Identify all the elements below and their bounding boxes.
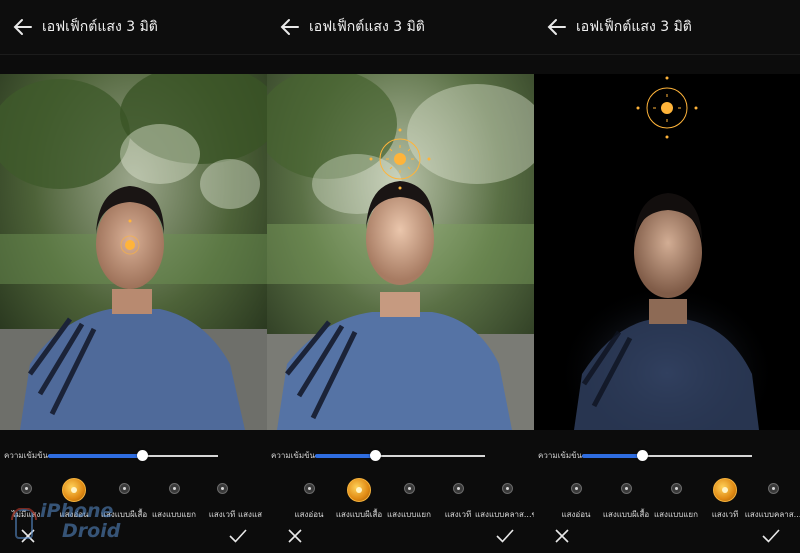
slider-fill bbox=[315, 454, 375, 458]
check-icon[interactable] bbox=[762, 528, 780, 544]
light-option-icon bbox=[502, 483, 513, 494]
strength-slider[interactable] bbox=[48, 450, 218, 462]
option-classic-bw[interactable]: แสงแบบคลาส... bbox=[745, 478, 800, 522]
close-icon[interactable] bbox=[554, 528, 570, 544]
strength-slider[interactable] bbox=[315, 450, 485, 462]
page-title: เอฟเฟ็กต์แสง 3 มิติ bbox=[309, 19, 425, 35]
slider-knob[interactable] bbox=[636, 450, 648, 461]
panel-soft-light: เอฟเฟ็กต์แสง 3 มิติ ความเข้มข้น ไม่มีแสง… bbox=[0, 0, 267, 553]
bottom-bar bbox=[534, 524, 800, 553]
light-option-icon bbox=[347, 478, 371, 502]
light-option-icon bbox=[571, 483, 582, 494]
light-option-icon bbox=[119, 483, 130, 494]
page-title: เอฟเฟ็กต์แสง 3 มิติ bbox=[42, 19, 158, 35]
option-classic-bw[interactable]: แสงแบบคลาส...ขาว bbox=[475, 478, 534, 522]
check-icon[interactable] bbox=[229, 528, 247, 544]
option-label: แสงแบบคลาส...ขาว bbox=[475, 510, 534, 519]
light-option-icon bbox=[713, 478, 737, 502]
strength-label: ความเข้มข้น bbox=[4, 451, 49, 460]
option-label: แสงแบบคลาส... bbox=[744, 510, 800, 519]
light-option-icon bbox=[21, 483, 32, 494]
portrait-photo[interactable] bbox=[534, 74, 800, 430]
lighting-options: แสงอ่อน แสงแบบผีเสื้อ แสงแบบแยก แสงเวที … bbox=[534, 478, 800, 522]
bottom-bar bbox=[267, 524, 534, 553]
light-option-icon bbox=[217, 483, 228, 494]
option-label: แสงแส bbox=[238, 510, 262, 519]
slider-knob[interactable] bbox=[369, 450, 381, 461]
strength-label: ความเข้มข้น bbox=[538, 451, 583, 460]
light-option-icon bbox=[304, 483, 315, 494]
panel-stage-light: เอฟเฟ็กต์แสง 3 มิติ ความเข้มข้น แสงอ่อน … bbox=[534, 0, 800, 553]
back-arrow-icon[interactable] bbox=[12, 16, 34, 38]
light-option-icon bbox=[671, 483, 682, 494]
light-option-icon bbox=[768, 483, 779, 494]
watermark: iPhone Droid bbox=[10, 498, 125, 550]
header: เอฟเฟ็กต์แสง 3 มิติ bbox=[267, 0, 534, 55]
light-option-icon bbox=[453, 483, 464, 494]
close-icon[interactable] bbox=[287, 528, 303, 544]
panel-butterfly-light: เอฟเฟ็กต์แสง 3 มิติ ความเข้มข้น แสงอ่อน … bbox=[267, 0, 534, 553]
watermark-line2: Droid bbox=[62, 520, 121, 542]
slider-fill bbox=[48, 454, 142, 458]
watermark-line1: iPhone bbox=[40, 500, 114, 522]
back-arrow-icon[interactable] bbox=[279, 16, 301, 38]
slider-fill bbox=[582, 454, 642, 458]
portrait-photo[interactable] bbox=[267, 74, 534, 430]
strength-label: ความเข้มข้น bbox=[271, 451, 316, 460]
lighting-options: แสงอ่อน แสงแบบผีเสื้อ แสงแบบแยก แสงเวที … bbox=[267, 478, 534, 522]
back-arrow-icon[interactable] bbox=[546, 16, 568, 38]
strength-slider[interactable] bbox=[582, 450, 752, 462]
light-option-icon bbox=[404, 483, 415, 494]
watermark-logo-icon bbox=[11, 508, 37, 539]
option-light-cut[interactable]: แสงแส bbox=[235, 478, 265, 522]
page-title: เอฟเฟ็กต์แสง 3 มิติ bbox=[576, 19, 692, 35]
header: เอฟเฟ็กต์แสง 3 มิติ bbox=[534, 0, 800, 55]
check-icon[interactable] bbox=[496, 528, 514, 544]
header: เอฟเฟ็กต์แสง 3 มิติ bbox=[0, 0, 267, 55]
light-option-icon bbox=[169, 483, 180, 494]
portrait-photo[interactable] bbox=[0, 74, 267, 430]
slider-knob[interactable] bbox=[136, 450, 148, 461]
light-option-icon bbox=[621, 483, 632, 494]
